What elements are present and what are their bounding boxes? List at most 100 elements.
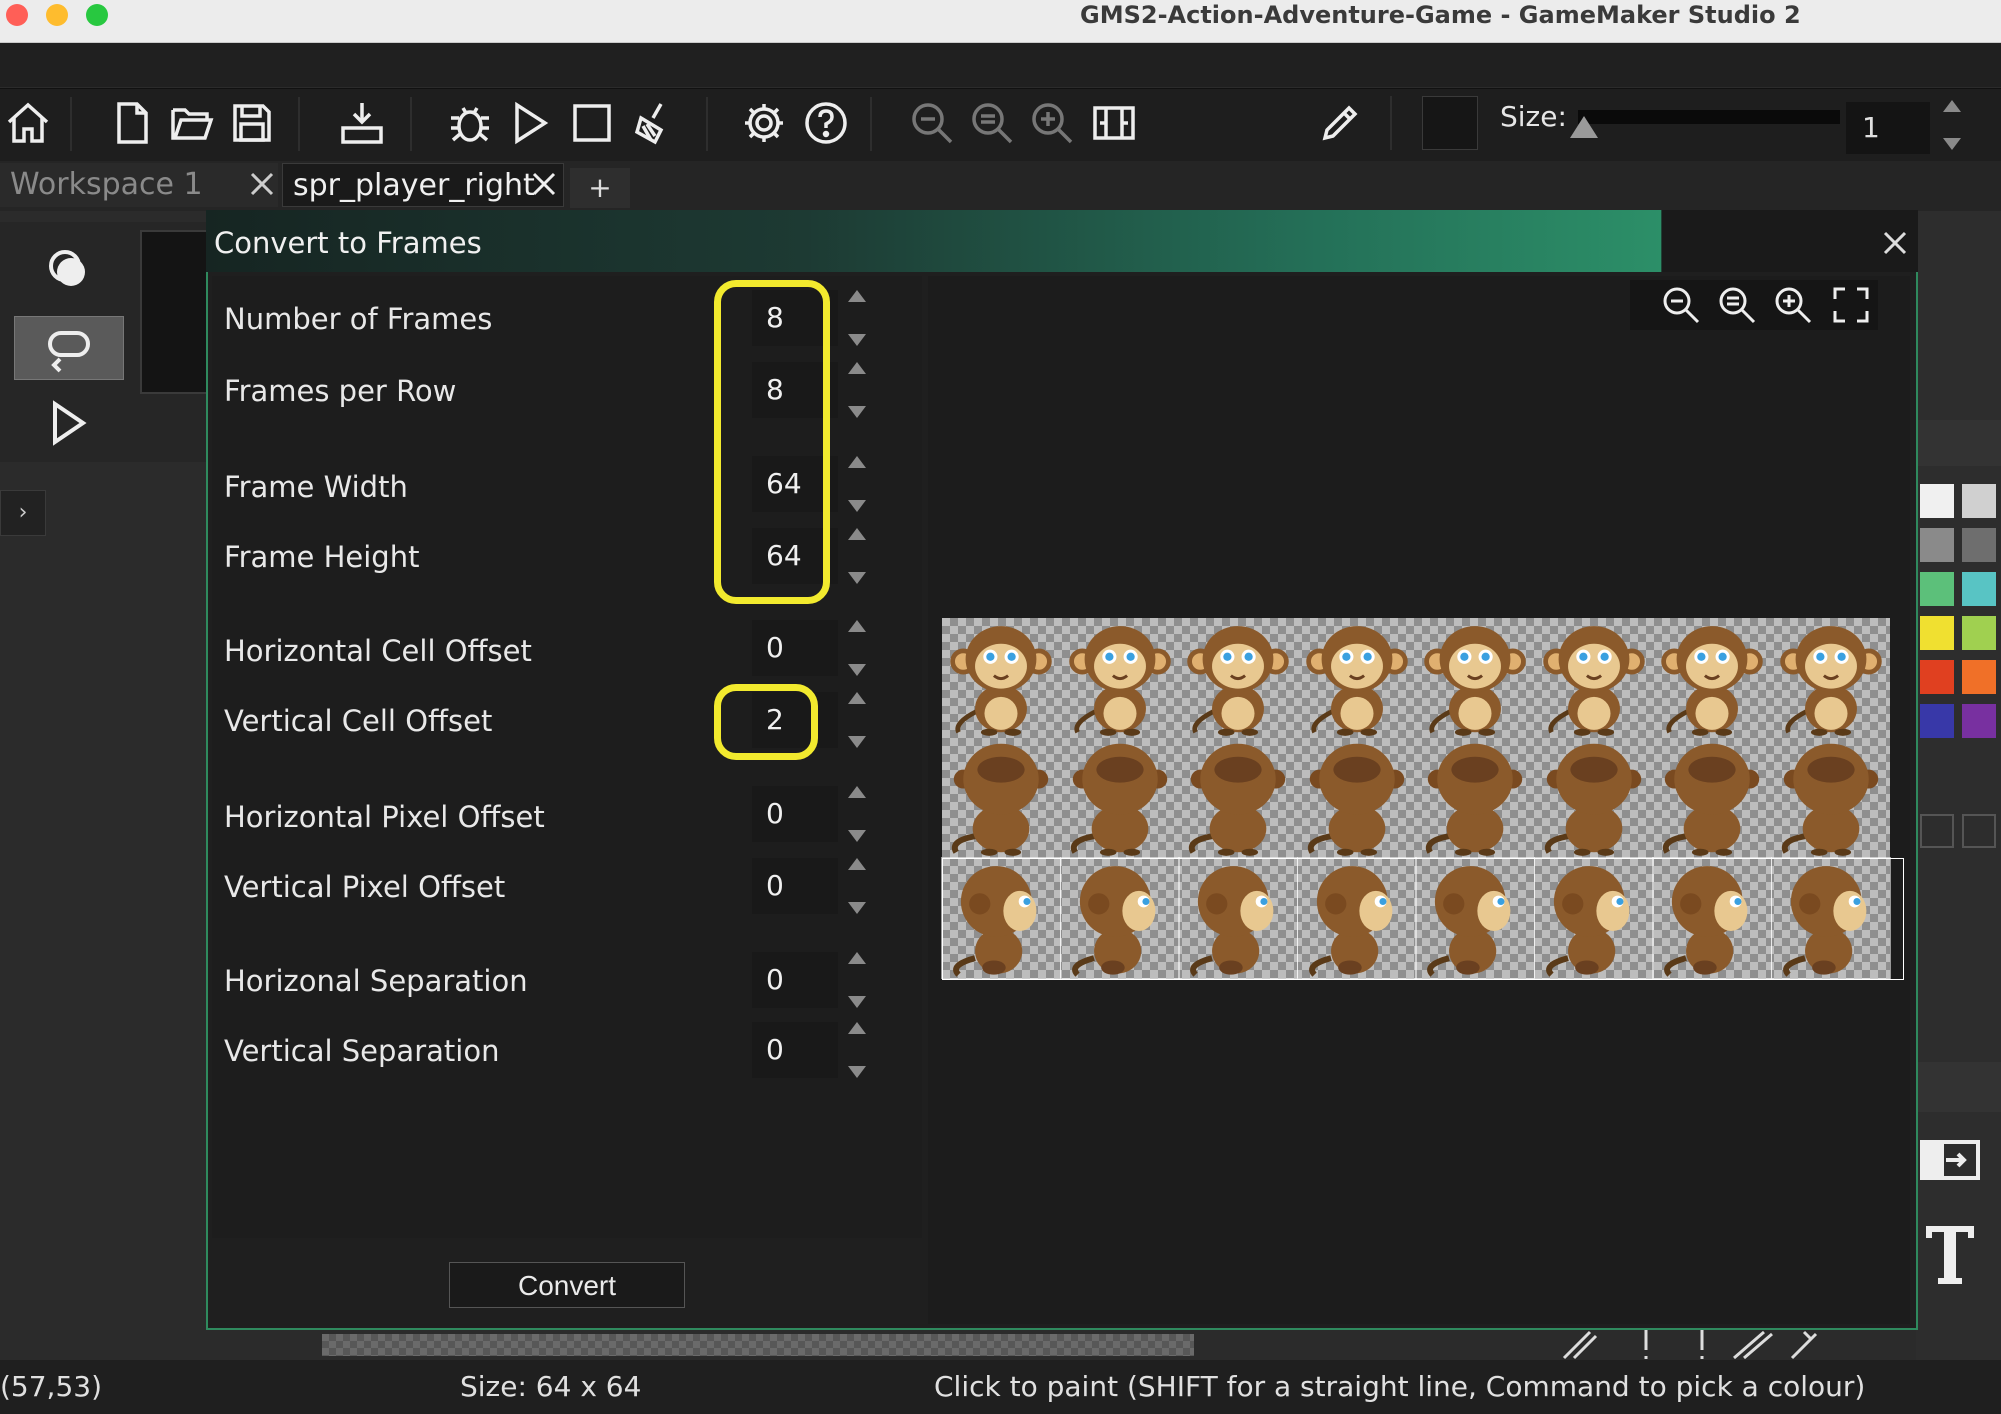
vertical-separation-label: Vertical Separation (224, 1034, 500, 1068)
palette-swatch[interactable] (1962, 528, 1996, 562)
tint-icon[interactable] (14, 238, 122, 300)
frame-width-label: Frame Width (224, 470, 408, 504)
play-animation-icon[interactable] (14, 392, 122, 454)
horizontal-pixel-offset-input[interactable]: 0 (752, 786, 838, 842)
help-icon[interactable] (798, 95, 854, 151)
frame-thumbnail[interactable] (140, 230, 214, 394)
sprite-frame (1416, 738, 1534, 858)
add-tab-button[interactable]: + (570, 168, 630, 208)
canvas-tool-icons (1560, 1326, 1820, 1360)
vertical-separation-spinner[interactable] (842, 1022, 872, 1078)
brush-size-input[interactable]: 1 (1846, 102, 1930, 154)
open-folder-icon[interactable] (164, 95, 220, 151)
palette-header (1916, 420, 2001, 466)
sprite-frame (942, 738, 1060, 858)
horizontal-cell-offset-spinner[interactable] (842, 620, 872, 676)
horizontal-separation-spinner[interactable] (842, 952, 872, 1008)
vertical-pixel-offset-spinner[interactable] (842, 858, 872, 914)
run-icon[interactable] (502, 95, 558, 151)
sprite-frame (1298, 618, 1416, 738)
horizontal-cell-offset-input[interactable]: 0 (752, 620, 838, 676)
pencil-icon[interactable] (1312, 95, 1368, 151)
layers-header (1916, 1062, 2001, 1112)
palette-swatch[interactable] (1962, 616, 1996, 650)
frames-per-row-spinner[interactable] (842, 362, 872, 418)
brush-size-label: Size: (1500, 100, 1567, 133)
tab-label: Workspace 1 (10, 167, 203, 202)
vertical-cell-offset-spinner[interactable] (842, 692, 872, 748)
palette-swatch[interactable] (1920, 572, 1954, 606)
sprite-frame (942, 618, 1060, 738)
highlight-vertical-cell-offset (714, 684, 818, 760)
canvas-strip (322, 1334, 1194, 1356)
palette-swatch[interactable] (1962, 704, 1996, 738)
horizontal-pixel-offset-spinner[interactable] (842, 786, 872, 842)
close-window-button[interactable] (6, 4, 28, 26)
horizontal-separation-input[interactable]: 0 (752, 952, 838, 1008)
palette-swatch[interactable] (1920, 616, 1954, 650)
preview-zoom-reset-icon[interactable] (1714, 282, 1760, 328)
palette-swatch[interactable] (1962, 660, 1996, 694)
palette-swatch[interactable] (1920, 660, 1954, 694)
palette-empty-swatch[interactable] (1920, 814, 1954, 848)
brush-size-spinner[interactable] (1942, 100, 1962, 150)
home-icon[interactable] (0, 95, 56, 151)
new-file-icon[interactable] (104, 95, 160, 151)
sprite-frame (1772, 618, 1890, 738)
sprite-frame (1416, 618, 1534, 738)
preview-fullscreen-icon[interactable] (1828, 282, 1874, 328)
loop-icon[interactable] (14, 316, 124, 380)
sprite-frame (1535, 738, 1653, 858)
vertical-pixel-offset-input[interactable]: 0 (752, 858, 838, 914)
sprite-frame (1653, 618, 1771, 738)
preview-zoom-out-icon[interactable] (1658, 282, 1704, 328)
number-of-frames-spinner[interactable] (842, 290, 872, 346)
minimize-window-button[interactable] (46, 4, 68, 26)
sprite-frame (1179, 738, 1297, 858)
palette-swatch[interactable] (1962, 572, 1996, 606)
save-icon[interactable] (224, 95, 280, 151)
tab-label: spr_player_right (293, 168, 535, 203)
stop-icon[interactable] (564, 95, 620, 151)
settings-icon[interactable] (736, 95, 792, 151)
export-icon[interactable] (334, 95, 390, 151)
palette-swatch[interactable] (1920, 704, 1954, 738)
sprite-frame (1535, 618, 1653, 738)
dialog-close-icon[interactable] (1878, 226, 1912, 260)
palette-swatch[interactable] (1962, 484, 1996, 518)
sprite-size-readout: Size: 64 x 64 (460, 1370, 642, 1403)
brush-size-slider-thumb[interactable] (1570, 116, 1598, 138)
frame-height-spinner[interactable] (842, 528, 872, 584)
palette-swatch[interactable] (1920, 528, 1954, 562)
tab-spr-player-right[interactable]: spr_player_right (282, 163, 564, 207)
zoom-reset-icon[interactable] (964, 95, 1020, 151)
close-tab-icon[interactable] (528, 168, 560, 200)
sprite-frame (1061, 618, 1179, 738)
close-tab-icon[interactable] (246, 168, 278, 200)
preview-zoom-in-icon[interactable] (1770, 282, 1816, 328)
sprite-frame (1061, 738, 1179, 858)
frame-width-spinner[interactable] (842, 456, 872, 512)
fit-icon[interactable] (1086, 95, 1142, 151)
text-tool-icon[interactable] (1918, 1218, 1982, 1288)
clean-icon[interactable] (626, 95, 682, 151)
brush-size-slider[interactable] (1578, 110, 1840, 124)
palette-swatch[interactable] (1920, 484, 1954, 518)
maximize-window-button[interactable] (86, 4, 108, 26)
zoom-out-icon[interactable] (904, 95, 960, 151)
palette-empty-swatch[interactable] (1962, 814, 1996, 848)
debug-icon[interactable] (442, 95, 498, 151)
import-layer-icon[interactable] (1918, 1128, 1982, 1192)
horizontal-cell-offset-label: Horizontal Cell Offset (224, 634, 532, 668)
tab-workspace-1[interactable]: Workspace 1 (0, 163, 278, 207)
convert-button[interactable]: Convert (449, 1262, 685, 1308)
zoom-in-icon[interactable] (1024, 95, 1080, 151)
frame-height-label: Frame Height (224, 540, 420, 574)
sprite-frame (1772, 738, 1890, 858)
expand-panel-button[interactable]: › (0, 490, 46, 536)
dialog-title: Convert to Frames (214, 226, 482, 260)
sprite-frame (1298, 738, 1416, 858)
horizontal-separation-label: Horizonal Separation (224, 964, 528, 998)
vertical-separation-input[interactable]: 0 (752, 1022, 838, 1078)
colour-swatch[interactable] (1422, 96, 1478, 150)
